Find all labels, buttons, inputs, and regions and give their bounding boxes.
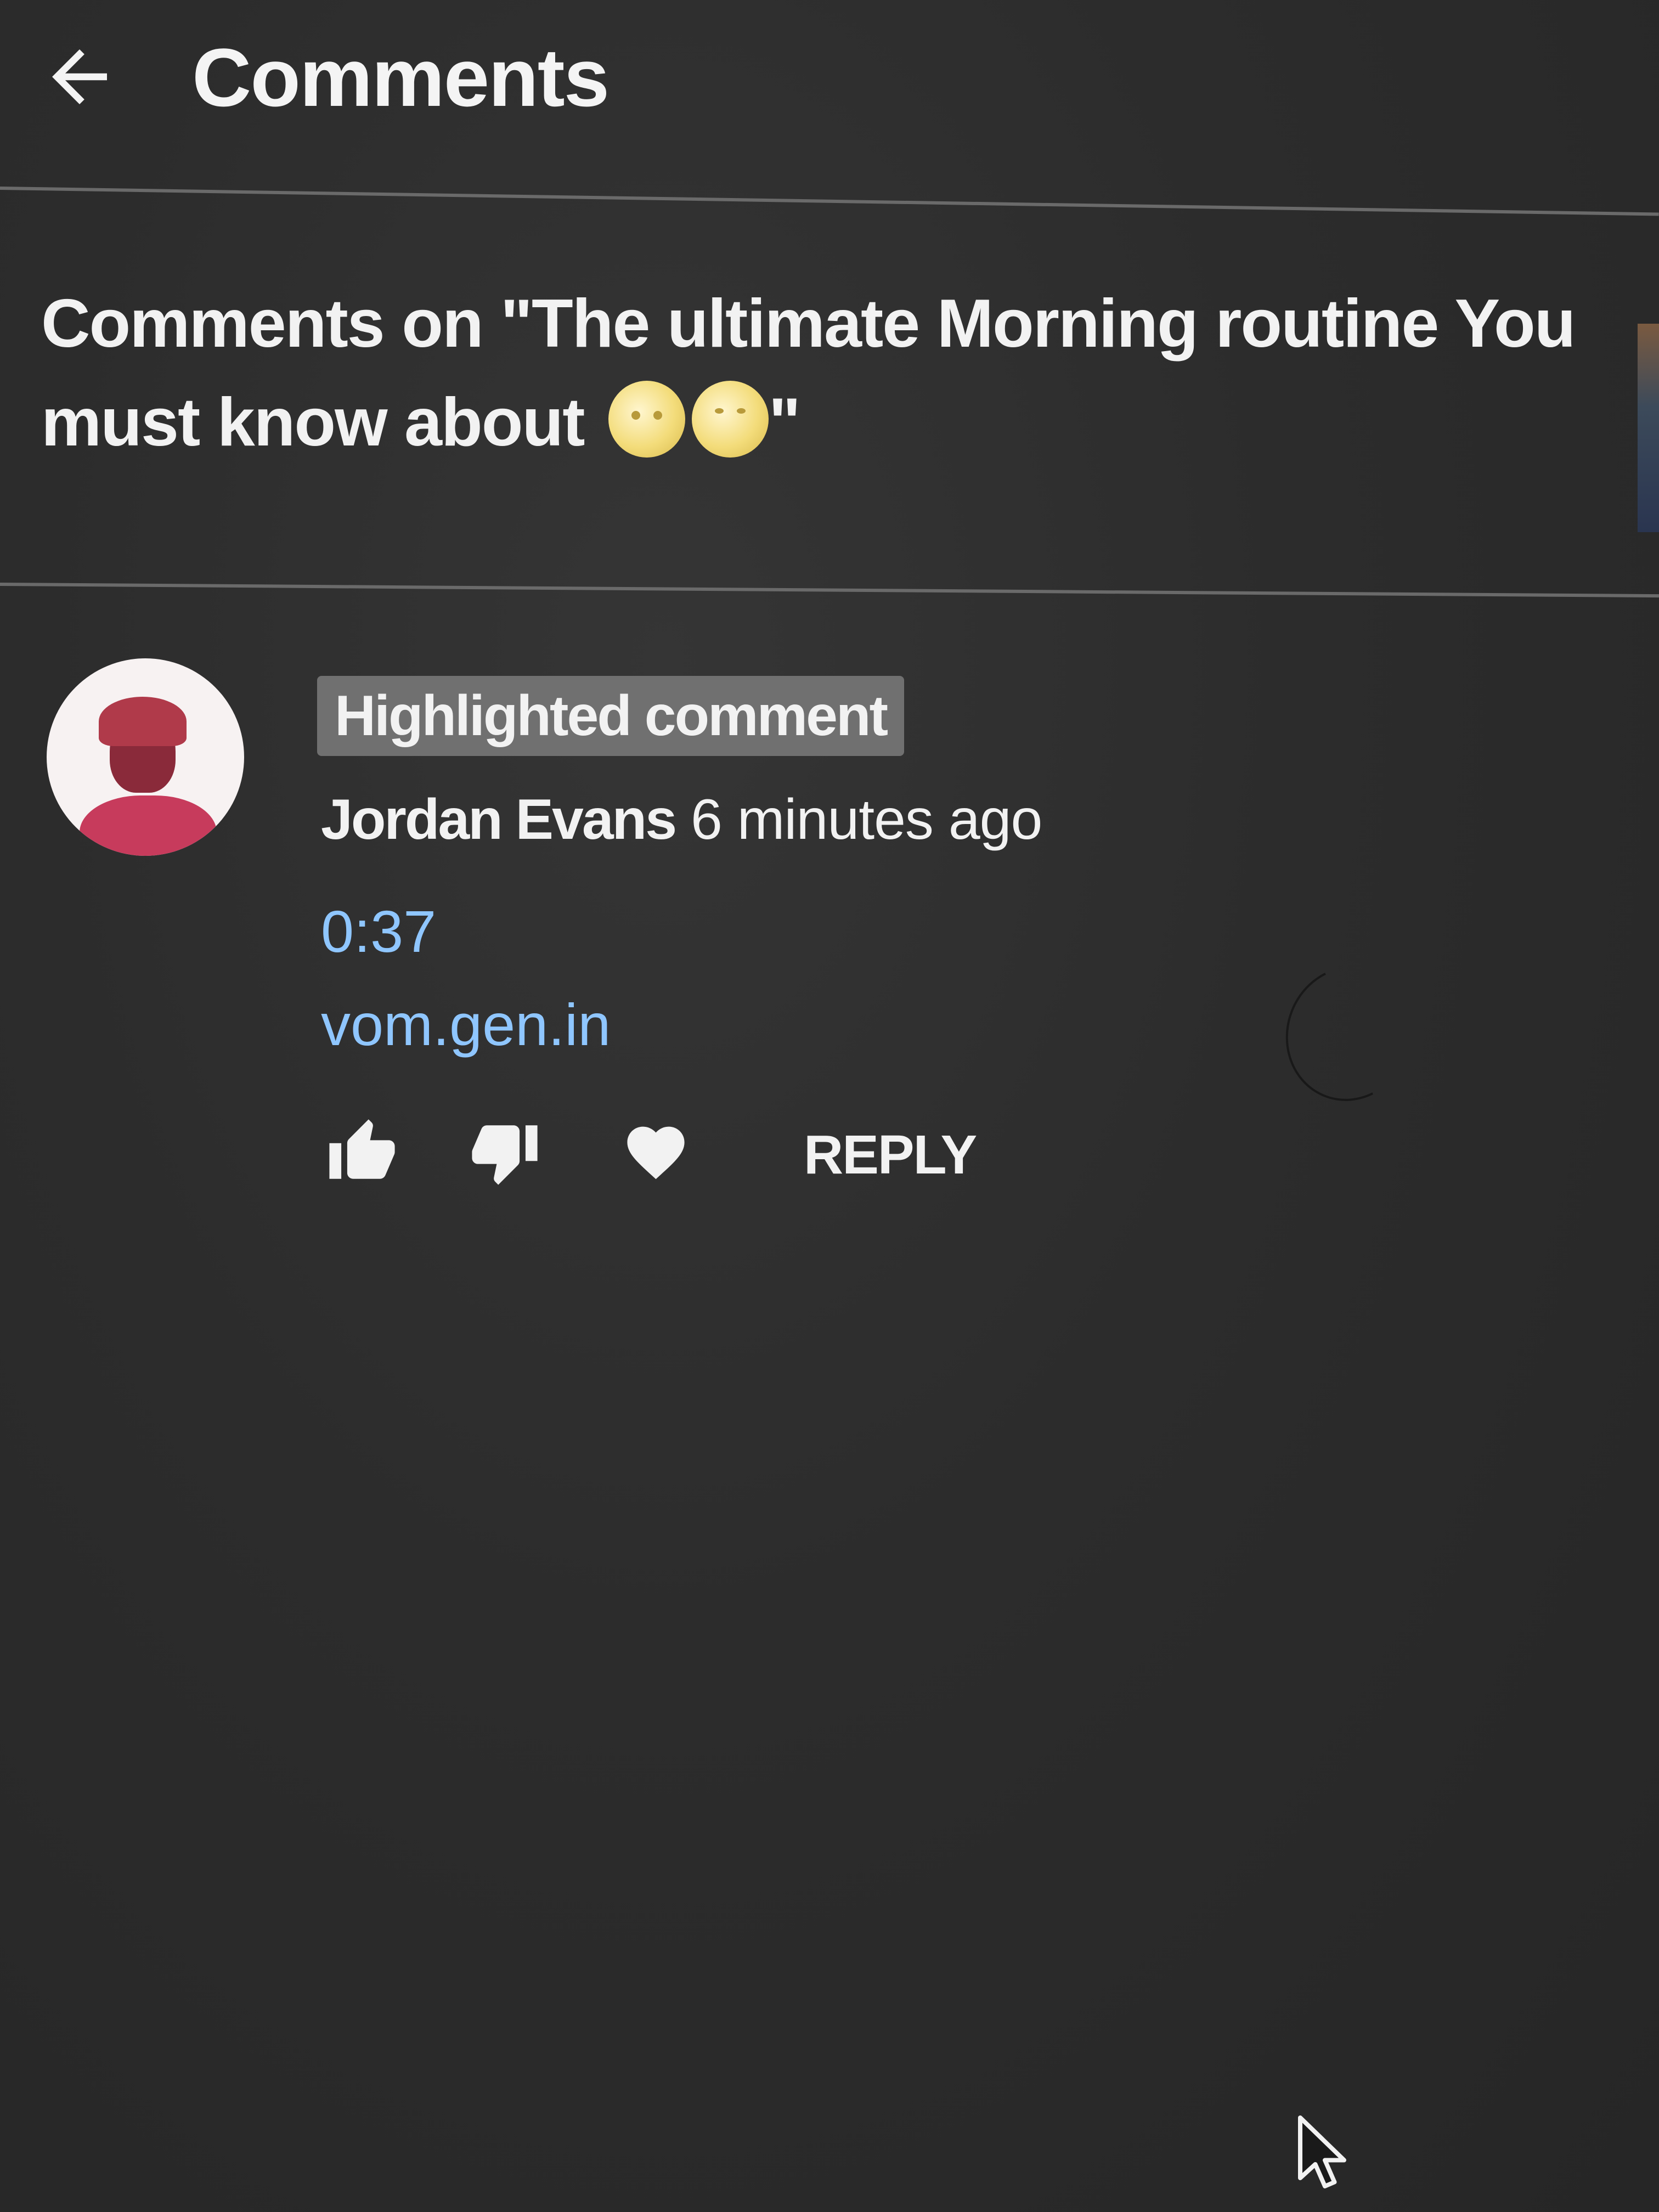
highlighted-comment-badge: Highlighted comment xyxy=(317,676,905,756)
video-thumbnail[interactable] xyxy=(1638,324,1659,532)
comment-meta: Jordan Evans 6 minutes ago xyxy=(321,787,1042,853)
comment-time[interactable]: 6 minutes ago xyxy=(691,788,1042,851)
arrow-left-icon xyxy=(52,49,107,104)
video-title-text: Comments on "The ultimate Morning routin… xyxy=(41,286,1576,460)
page-title: Comments xyxy=(192,31,610,123)
avatar-body xyxy=(80,795,217,856)
smiling-face-icon xyxy=(608,381,685,458)
dislike-button[interactable] xyxy=(464,1114,546,1190)
header: Comments xyxy=(0,0,1659,181)
video-title: Comments on "The ultimate Morning routin… xyxy=(41,274,1588,472)
avatar-hair xyxy=(99,697,187,746)
screen-smudge xyxy=(1267,948,1431,1119)
laughing-face-icon xyxy=(692,381,769,458)
comments-screen: Comments Comments on "The ultimate Morni… xyxy=(0,0,1659,2212)
comment-actions: REPLY xyxy=(321,1114,1089,1190)
like-button[interactable] xyxy=(321,1114,403,1190)
header-divider xyxy=(0,187,1659,216)
url-link[interactable]: vom.gen.in xyxy=(321,990,611,1059)
timestamp-link[interactable]: 0:37 xyxy=(321,897,436,966)
back-button[interactable] xyxy=(30,27,129,126)
comment-author[interactable]: Jordan Evans xyxy=(321,788,677,851)
thumbs-up-icon xyxy=(329,1119,395,1179)
avatar[interactable] xyxy=(47,658,244,856)
thumbs-down-icon xyxy=(472,1125,538,1185)
heart-icon xyxy=(627,1126,685,1179)
heart-button[interactable] xyxy=(614,1114,697,1190)
video-title-close-quote: " xyxy=(769,385,801,460)
title-divider xyxy=(0,583,1659,598)
reply-button[interactable]: REPLY xyxy=(804,1124,977,1187)
mouse-cursor-icon xyxy=(1298,2115,1346,2188)
